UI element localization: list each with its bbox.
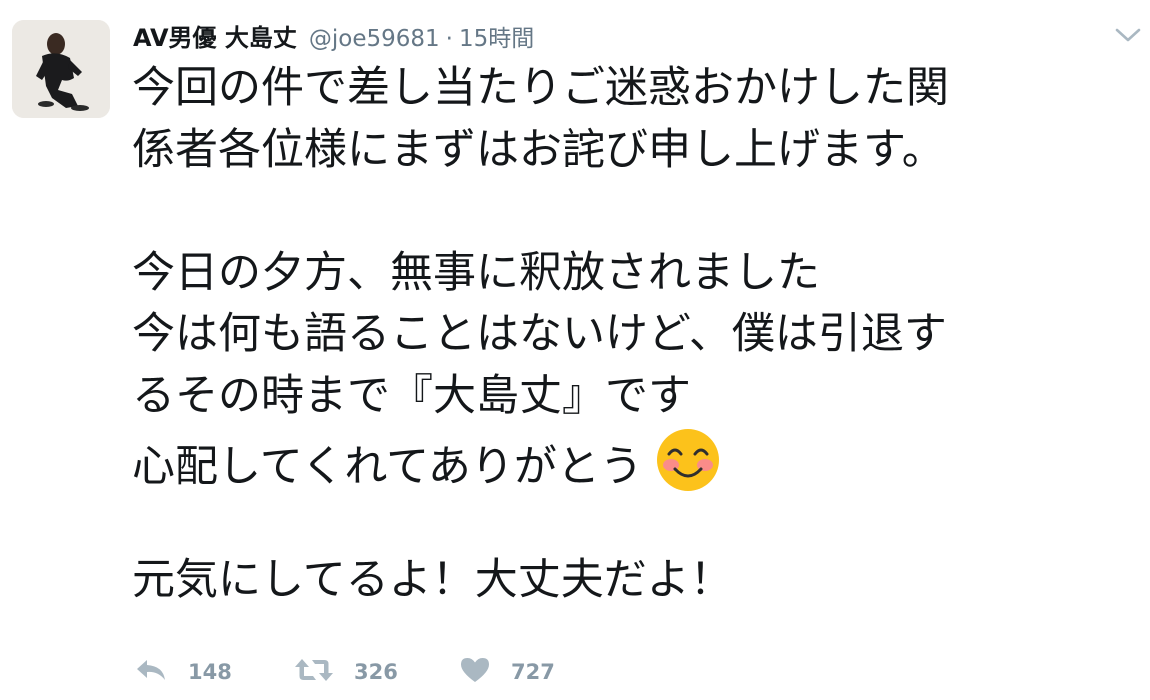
retweet-button[interactable]: 326 [294, 656, 459, 688]
like-count: 727 [511, 660, 555, 684]
display-name[interactable]: AV男優 大島丈 [133, 18, 297, 53]
tweet-line-with-emoji: 心配してくれてありがとう [132, 427, 1142, 492]
tweet-text: 今回の件で差し当たりご迷惑おかけした関 係者各位様にまずはお詫び申し上げます。 … [132, 58, 1142, 612]
reply-button[interactable]: 148 [134, 656, 294, 688]
heart-icon [459, 656, 491, 688]
tweet-line: 今は何も語ることはないけど、僕は引退す [132, 309, 947, 359]
retweet-icon [294, 656, 334, 688]
tweet-line: るその時まで『大島丈』です [132, 370, 691, 421]
tweet-line: 係者各位様にまずはお詫び申し上げます。 [132, 124, 945, 175]
retweet-count: 326 [354, 660, 398, 684]
avatar[interactable] [12, 20, 110, 118]
tweet-line: 元気にしてるよ！大丈夫だよ！ [132, 555, 733, 605]
chevron-down-icon[interactable] [1112, 24, 1144, 46]
avatar-image [12, 20, 110, 118]
smiling-face-emoji-icon [655, 427, 721, 493]
tweet-line: 今回の件で差し当たりご迷惑おかけした関 [132, 63, 949, 113]
tweet-line: 今日の夕方、無事に釈放されました [132, 247, 820, 298]
tweet-line-text: 心配してくれてありがとう [132, 442, 643, 492]
tweet-actions: 148 326 727 [134, 652, 579, 692]
like-button[interactable]: 727 [459, 656, 579, 688]
tweet-card: AV男優 大島丈 @joe59681 · 15時間 今回の件で差し当たりご迷惑お… [0, 0, 1150, 700]
reply-icon [134, 656, 168, 688]
reply-count: 148 [188, 660, 232, 684]
user-handle[interactable]: @joe59681 [309, 26, 440, 52]
separator-dot: · [445, 26, 453, 52]
tweet-header: AV男優 大島丈 @joe59681 · 15時間 [133, 18, 534, 52]
tweet-timestamp[interactable]: 15時間 [459, 19, 534, 53]
